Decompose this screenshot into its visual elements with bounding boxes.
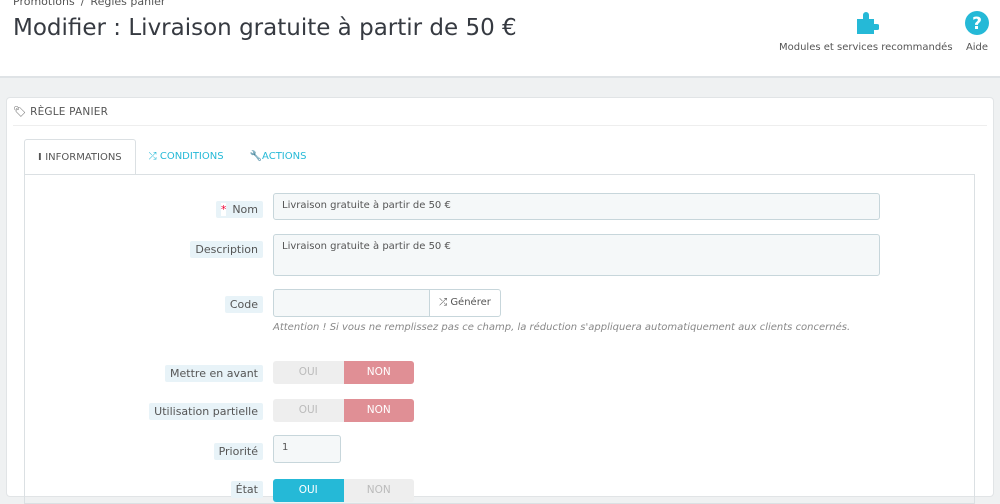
required-marker: * xyxy=(220,203,227,216)
highlight-no[interactable]: NON xyxy=(343,361,414,384)
tab-conditions[interactable]: ⤮ Conditions xyxy=(136,139,237,175)
partial-use-switch[interactable]: OUI NON xyxy=(273,399,414,422)
tab-informations[interactable]: i Informations xyxy=(24,139,136,175)
breadcrumb-cart-rules[interactable]: Règles panier xyxy=(90,0,165,8)
shuffle-icon: ⤮ xyxy=(148,151,160,162)
generate-button[interactable]: ⤮ Générer xyxy=(429,289,501,317)
modules-button[interactable]: Modules et services recommandés xyxy=(779,10,953,53)
highlight-label: Mettre en avant xyxy=(165,365,263,382)
page-title: Modifier : Livraison gratuite à partir d… xyxy=(13,15,517,41)
panel-title: Règle panier xyxy=(30,106,109,118)
modules-label: Modules et services recommandés xyxy=(779,42,953,53)
panel-heading: 🏷 Règle panier xyxy=(13,98,987,126)
generate-label: Générer xyxy=(450,297,491,308)
status-no[interactable]: NON xyxy=(343,479,414,502)
partial-yes[interactable]: OUI xyxy=(273,399,344,422)
code-hint: Attention ! Si vous ne remplissez pas ce… xyxy=(273,322,851,333)
code-input[interactable] xyxy=(273,289,430,317)
description-label: Description xyxy=(190,241,263,258)
tabs: i Informations ⤮ Conditions 🔧Actions xyxy=(24,139,319,175)
cart-rule-panel: 🏷 Règle panier i Informations ⤮ Conditio… xyxy=(6,97,994,504)
page-header: Promotions / Règles panier Modifier : Livr… xyxy=(0,0,1000,78)
puzzle-icon xyxy=(856,12,879,34)
help-label: Aide xyxy=(965,42,989,53)
name-label-text: Nom xyxy=(232,203,258,216)
code-label: Code xyxy=(224,296,263,313)
description-textarea[interactable]: Livraison gratuite à partir de 50 € xyxy=(273,234,880,276)
partial-no[interactable]: NON xyxy=(343,399,414,422)
breadcrumb: Promotions / Règles panier xyxy=(13,0,171,8)
priority-input[interactable]: 1 xyxy=(273,435,341,463)
tab-label: Conditions xyxy=(159,151,224,162)
wrench-icon: 🔧 xyxy=(249,151,263,162)
breadcrumb-sep: / xyxy=(80,0,85,8)
partial-use-label: Utilisation partielle xyxy=(149,403,263,420)
svg-text:?: ? xyxy=(972,14,982,34)
question-icon: ? xyxy=(965,11,989,35)
priority-label: Priorité xyxy=(213,443,263,460)
highlight-yes[interactable]: OUI xyxy=(273,361,344,384)
status-label: État xyxy=(230,481,263,498)
breadcrumb-promotions[interactable]: Promotions xyxy=(13,0,75,8)
shuffle-icon: ⤮ xyxy=(439,297,451,308)
tab-label: Informations xyxy=(45,152,122,163)
tag-icon: 🏷 xyxy=(13,106,27,118)
informations-form: * Nom Livraison gratuite à partir de 50 €… xyxy=(24,174,975,504)
tab-actions[interactable]: 🔧Actions xyxy=(237,139,320,175)
status-yes[interactable]: OUI xyxy=(273,479,344,502)
highlight-switch[interactable]: OUI NON xyxy=(273,361,414,384)
name-label: * Nom xyxy=(215,201,263,218)
status-switch[interactable]: OUI NON xyxy=(273,479,414,502)
tab-label: Actions xyxy=(262,151,307,162)
help-button[interactable]: ? Aide xyxy=(964,10,990,53)
name-input[interactable]: Livraison gratuite à partir de 50 € xyxy=(273,193,880,220)
